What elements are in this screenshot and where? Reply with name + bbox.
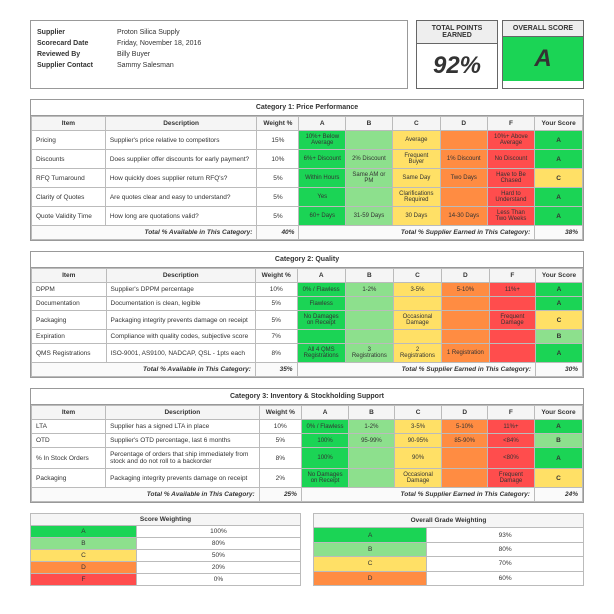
- header: SupplierProton Silica Supply Scorecard D…: [30, 20, 584, 89]
- table-row: OTDSupplier's OTD percentage, last 6 mon…: [32, 434, 583, 448]
- meta-label: Supplier Contact: [37, 62, 117, 69]
- table-row: DiscountsDoes supplier offer discounts f…: [32, 150, 583, 169]
- cat2-section: Category 2: Quality ItemDescriptionWeigh…: [30, 251, 584, 378]
- table-row: Clarity of QuotesAre quotes clear and ea…: [32, 188, 583, 207]
- grade-weighting-table: Overall Grade WeightingA93%B80%C70%D60%: [313, 513, 584, 586]
- category-title: Category 2: Quality: [31, 252, 583, 268]
- meta-label: Scorecard Date: [37, 40, 117, 47]
- grade-title: OVERALL SCORE: [503, 21, 583, 37]
- cat1-section: Category 1: Price Performance ItemDescri…: [30, 99, 584, 241]
- category-title: Category 1: Price Performance: [31, 100, 583, 116]
- meta-value: Sammy Salesman: [117, 62, 174, 69]
- category-table: ItemDescriptionWeight %ABCDFYour Score D…: [31, 268, 583, 377]
- legend-row: Score WeightingA100%B80%C50%D20%F0% Over…: [30, 513, 584, 586]
- points-title: TOTAL POINTS EARNED: [417, 21, 497, 44]
- table-row: DocumentationDocumentation is clean, leg…: [32, 297, 583, 311]
- cat3-section: Category 3: Inventory & Stockholding Sup…: [30, 388, 584, 503]
- category-table: ItemDescriptionWeight %ABCDFYour Score P…: [31, 116, 583, 240]
- table-row: ExpirationCompliance with quality codes,…: [32, 330, 583, 344]
- meta-value: Billy Buyer: [117, 51, 150, 58]
- meta-value: Friday, November 18, 2016: [117, 40, 201, 47]
- category-table: ItemDescriptionWeight %ABCDFYour Score L…: [31, 405, 583, 502]
- points-value: 92%: [417, 44, 497, 88]
- score-summary: TOTAL POINTS EARNED92% OVERALL SCOREA: [416, 20, 584, 89]
- table-row: Quote Validity TimeHow long are quotatio…: [32, 207, 583, 226]
- score-weighting-table: Score WeightingA100%B80%C50%D20%F0%: [30, 513, 301, 586]
- table-row: QMS RegistrationsISO-9001, AS9100, NADCA…: [32, 344, 583, 363]
- meta-label: Reviewed By: [37, 51, 117, 58]
- meta-label: Supplier: [37, 29, 117, 36]
- category-title: Category 3: Inventory & Stockholding Sup…: [31, 389, 583, 405]
- table-row: DPPMSupplier's DPPM percentage10% 0% / F…: [32, 283, 583, 297]
- meta-box: SupplierProton Silica Supply Scorecard D…: [30, 20, 408, 89]
- grade-value: A: [503, 37, 583, 81]
- table-row: % In Stock OrdersPercentage of orders th…: [32, 448, 583, 469]
- table-row: PackagingPackaging integrity prevents da…: [32, 311, 583, 330]
- table-row: PricingSupplier's price relative to comp…: [32, 131, 583, 150]
- table-row: RFQ TurnaroundHow quickly does supplier …: [32, 169, 583, 188]
- table-row: PackagingPackaging integrity prevents da…: [32, 469, 583, 488]
- table-row: LTASupplier has a signed LTA in place10%…: [32, 420, 583, 434]
- meta-value: Proton Silica Supply: [117, 29, 180, 36]
